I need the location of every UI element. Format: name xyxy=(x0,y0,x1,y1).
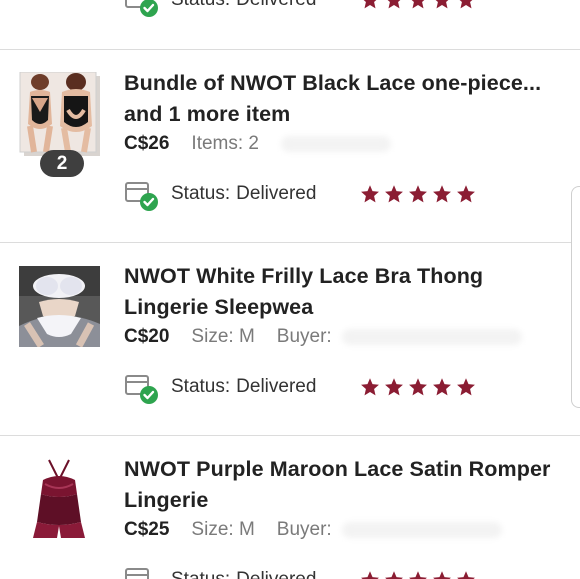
status-label: Status: xyxy=(171,0,230,10)
order-title[interactable]: Bundle of NWOT Black Lace one-piece... a… xyxy=(124,68,564,130)
status-value: Delivered xyxy=(236,569,316,579)
order-size: Size: M xyxy=(191,326,255,347)
divider xyxy=(0,435,580,436)
order-list: Status:Delivered 2 Bundle of NWOT Bla xyxy=(0,0,580,579)
divider xyxy=(0,49,580,50)
order-price: C$20 xyxy=(124,326,170,347)
order-0-status: Status: Delivered xyxy=(124,0,316,17)
order-items-count: Items: 2 xyxy=(191,133,259,154)
buyer-label: Buyer: xyxy=(276,519,332,540)
star-icon xyxy=(408,377,428,397)
order-price: C$26 xyxy=(124,133,170,154)
order-title[interactable]: NWOT White Frilly Lace Bra Thong Lingeri… xyxy=(124,261,564,323)
order-2-rating-stars xyxy=(360,377,476,397)
delivered-package-icon xyxy=(124,370,158,404)
order-meta: C$20 Size: M Buyer: xyxy=(124,326,522,348)
star-icon xyxy=(360,0,380,10)
bundle-count-badge: 2 xyxy=(40,150,84,177)
order-status: Status: Delivered xyxy=(124,563,316,579)
status-label: Status: xyxy=(171,569,230,579)
order-size: Size: M xyxy=(191,519,255,540)
order-3-rating-stars xyxy=(360,570,476,579)
star-icon xyxy=(384,377,404,397)
order-title[interactable]: NWOT Purple Maroon Lace Satin Romper Lin… xyxy=(124,454,564,516)
order-meta: C$25 Size: M Buyer: xyxy=(124,519,502,541)
star-icon xyxy=(384,184,404,204)
status-label: Status: xyxy=(171,183,231,204)
status-value: Delivered xyxy=(236,0,316,10)
star-icon xyxy=(456,184,476,204)
status-label: Status: xyxy=(171,376,231,397)
delivered-package-icon xyxy=(124,0,158,17)
maroon-lace-romper-image[interactable] xyxy=(19,458,100,539)
status-value: Delivered xyxy=(236,183,317,204)
star-icon xyxy=(456,570,476,579)
star-icon xyxy=(408,184,428,204)
star-icon xyxy=(360,184,380,204)
buyer-label: Buyer: xyxy=(276,326,332,347)
delivered-package-icon xyxy=(124,177,158,211)
star-icon xyxy=(360,377,380,397)
star-icon xyxy=(384,0,404,10)
order-0-rating-stars xyxy=(360,0,476,10)
order-status: Status:Delivered xyxy=(124,177,316,211)
redacted-buyer xyxy=(341,328,522,345)
order-price: C$25 xyxy=(124,519,170,540)
star-icon xyxy=(456,0,476,10)
star-icon xyxy=(360,570,380,579)
star-icon xyxy=(384,570,404,579)
star-icon xyxy=(432,184,452,204)
order-meta: C$26 Items: 2 xyxy=(124,133,391,155)
redacted-text xyxy=(281,135,391,152)
redacted-buyer xyxy=(341,521,502,538)
star-icon xyxy=(432,0,452,10)
black-lace-bodysuit-image[interactable] xyxy=(18,71,102,158)
order-status: Status:Delivered xyxy=(124,370,316,404)
white-lace-lingerie-image[interactable] xyxy=(19,266,100,347)
star-icon xyxy=(408,570,428,579)
star-icon xyxy=(432,570,452,579)
star-icon xyxy=(456,377,476,397)
star-icon xyxy=(408,0,428,10)
side-panel-edge[interactable] xyxy=(571,186,580,408)
delivered-package-icon xyxy=(124,563,158,579)
star-icon xyxy=(432,377,452,397)
divider xyxy=(0,242,580,243)
order-1-rating-stars xyxy=(360,184,476,204)
status-value: Delivered xyxy=(236,376,317,397)
